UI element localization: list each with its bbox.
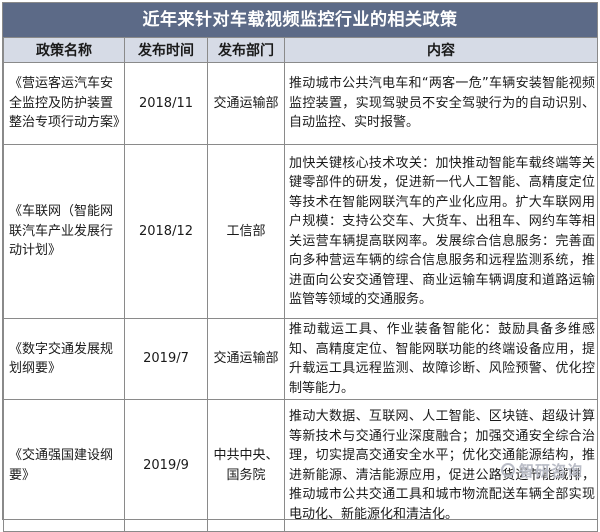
policy-name-cell: 《车联网（智能网联汽车产业发展行动计划》: [3, 144, 125, 319]
department-cell: 中共中央、国务院: [207, 399, 285, 532]
publish-date-cell: 2019/7: [124, 318, 208, 400]
policy-table: 政策名称 发布时间 发布部门 内容 《营运客运汽车安全监控及防护装置整治专项行动…: [3, 37, 598, 532]
publish-date-cell: 2018/11: [124, 62, 208, 145]
department-cell: 交通运输部: [207, 62, 285, 145]
content-cell: 推动载运工具、作业装备智能化：鼓励具备多维感知、高精度定位、智能网联功能的终端设…: [284, 318, 598, 400]
publish-date-cell: 2019/9: [124, 399, 208, 532]
watermark: 智研咨询: [500, 460, 583, 481]
policy-name-cell: 《数字交通发展规划纲要》: [3, 318, 125, 400]
department-cell: 工信部: [207, 144, 285, 319]
content-cell: 加快关键核心技术攻关：加快推动智能车载终端等关键零部件的研发，促进新一代人工智能…: [284, 144, 598, 319]
header-content: 内容: [284, 37, 598, 63]
table-title: 近年来针对车载视频监控行业的相关政策: [3, 3, 597, 37]
header-department: 发布部门: [207, 37, 285, 63]
table-row: 《数字交通发展规划纲要》 2019/7 交通运输部 推动载运工具、作业装备智能化…: [3, 318, 598, 400]
department-cell: 交通运输部: [207, 318, 285, 400]
table-row: 《车联网（智能网联汽车产业发展行动计划》 2018/12 工信部 加快关键核心技…: [3, 144, 598, 319]
watermark-logo-icon: [500, 463, 515, 477]
policy-name-cell: 《营运客运汽车安全监控及防护装置整治专项行动方案》: [3, 62, 126, 145]
watermark-text: 智研咨询: [518, 462, 583, 480]
policy-table-figure: 近年来针对车载视频监控行业的相关政策 政策名称 发布时间 发布部门 内容 《营运…: [2, 2, 598, 532]
header-publish-date: 发布时间: [124, 37, 208, 63]
content-cell: 推动城市公共汽电车和“两客一危”车辆安装智能视频监控装置，实现驾驶员不安全驾驶行…: [284, 62, 598, 145]
header-row: 政策名称 发布时间 发布部门 内容: [3, 37, 598, 63]
publish-date-cell: 2018/12: [124, 144, 208, 319]
policy-name-cell: 《交通强国建设纲要》: [3, 399, 125, 532]
header-policy-name: 政策名称: [3, 37, 125, 63]
table-row: 《营运客运汽车安全监控及防护装置整治专项行动方案》 2018/11 交通运输部 …: [3, 62, 598, 145]
